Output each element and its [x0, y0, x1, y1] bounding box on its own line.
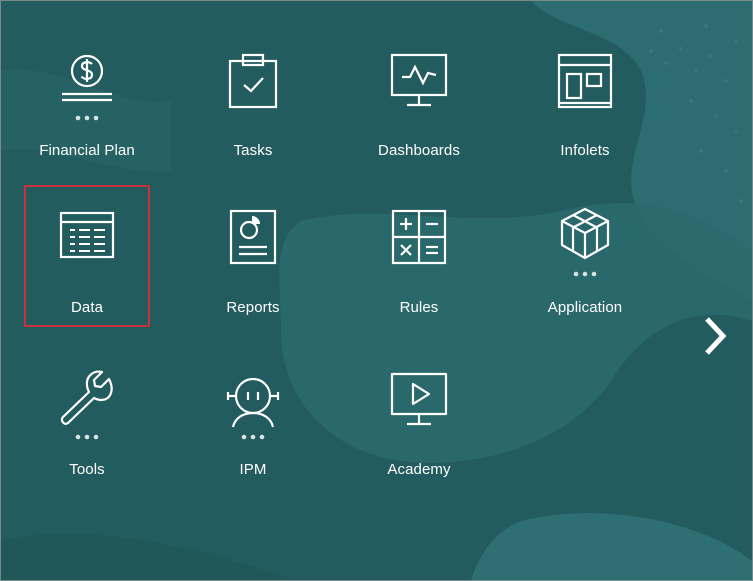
- tile-label: Rules: [399, 299, 439, 316]
- dollar-coin-icon: [57, 51, 117, 111]
- tile-financial-plan[interactable]: Financial Plan: [24, 29, 150, 171]
- data-grid-icon: [57, 209, 117, 269]
- tile-label: Dashboards: [378, 142, 460, 159]
- springboard: Financial Plan Tasks Dashboards Infolets…: [0, 0, 753, 581]
- tile-label: Tools: [69, 461, 105, 478]
- tile-label: Reports: [226, 299, 280, 316]
- tile-tools[interactable]: Tools: [24, 348, 150, 490]
- tile-label: Infolets: [560, 142, 610, 159]
- tile-tasks[interactable]: Tasks: [190, 29, 316, 171]
- tile-label: Application: [547, 299, 623, 316]
- play-monitor-icon: [389, 370, 449, 430]
- cube-icon: [555, 205, 615, 265]
- tile-ipm[interactable]: IPM: [190, 348, 316, 490]
- tile-reports[interactable]: Reports: [190, 185, 316, 327]
- wrench-icon: [57, 370, 117, 430]
- tile-label: Financial Plan: [39, 142, 135, 159]
- more-options-dots[interactable]: [74, 433, 100, 441]
- report-pie-icon: [223, 207, 283, 267]
- tile-infolets[interactable]: Infolets: [522, 29, 648, 171]
- next-page-button[interactable]: [695, 311, 735, 361]
- chevron-right-icon: [705, 317, 727, 355]
- more-options-dots[interactable]: [572, 270, 598, 278]
- tile-dashboards[interactable]: Dashboards: [356, 29, 482, 171]
- monitor-pulse-icon: [389, 51, 449, 111]
- tile-application[interactable]: Application: [522, 185, 648, 327]
- tile-rules[interactable]: Rules: [356, 185, 482, 327]
- tile-label: Tasks: [233, 142, 273, 159]
- robot-head-icon: [223, 370, 283, 430]
- tile-data[interactable]: Data: [24, 185, 150, 327]
- clipboard-check-icon: [223, 51, 283, 111]
- more-options-dots[interactable]: [74, 114, 100, 122]
- more-options-dots[interactable]: [240, 433, 266, 441]
- tile-label: IPM: [239, 461, 267, 478]
- infolet-panels-icon: [555, 51, 615, 111]
- tile-label: Academy: [387, 461, 451, 478]
- tile-academy[interactable]: Academy: [356, 348, 482, 490]
- tile-label: Data: [70, 299, 104, 316]
- calculator-icon: [389, 207, 449, 267]
